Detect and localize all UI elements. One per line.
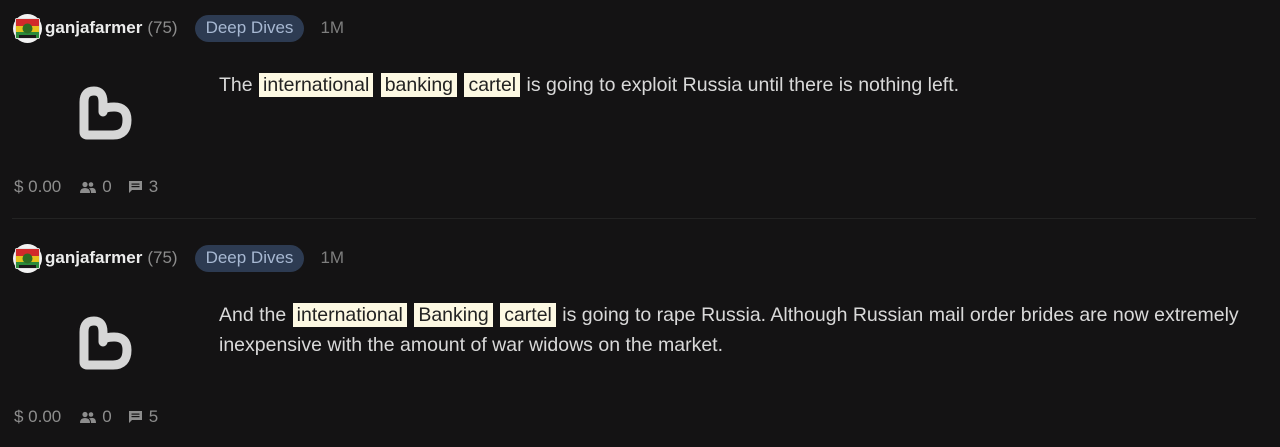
post-item: ganjafarmer (75) Deep Dives 1M And the i… bbox=[0, 230, 1280, 447]
votes-count: 0 bbox=[102, 177, 112, 196]
votes-button[interactable]: 0 bbox=[80, 407, 112, 427]
comments-count: 3 bbox=[148, 177, 159, 196]
payout-value[interactable]: $ 0.00 bbox=[14, 177, 61, 197]
highlighted-term[interactable]: cartel bbox=[500, 303, 556, 327]
body-text-segment bbox=[408, 304, 413, 326]
votes-button[interactable]: 0 bbox=[80, 177, 112, 197]
avatar[interactable] bbox=[13, 13, 42, 43]
author-reputation: (75) bbox=[147, 18, 178, 37]
body-text-segment bbox=[374, 74, 379, 96]
community-tag[interactable]: Deep Dives bbox=[194, 244, 305, 272]
body-text-segment bbox=[494, 304, 499, 326]
people-icon bbox=[80, 181, 97, 193]
people-icon bbox=[80, 411, 97, 423]
blurt-logo-icon bbox=[79, 86, 132, 140]
avatar[interactable] bbox=[13, 243, 42, 273]
comment-icon bbox=[128, 181, 142, 193]
post-time: 1M bbox=[320, 248, 345, 267]
body-text-segment: The bbox=[219, 74, 259, 96]
body-text-segment: is going to exploit Russia until there i… bbox=[521, 74, 960, 96]
highlighted-term[interactable]: international bbox=[292, 303, 407, 327]
post-item: ganjafarmer (75) Deep Dives 1M The inter… bbox=[0, 0, 1280, 230]
author-name[interactable]: ganjafarmer bbox=[45, 18, 142, 38]
highlighted-term[interactable]: international bbox=[259, 73, 374, 97]
body-text-segment: And the bbox=[219, 304, 292, 326]
highlighted-term[interactable]: Banking bbox=[414, 303, 493, 327]
comment-icon bbox=[128, 411, 142, 423]
avatar-icon bbox=[15, 17, 40, 39]
payout-value[interactable]: $ 0.00 bbox=[14, 407, 61, 427]
post-time: 1M bbox=[320, 18, 345, 37]
comments-button[interactable]: 5 bbox=[128, 407, 158, 427]
votes-count: 0 bbox=[102, 407, 112, 426]
post-header: ganjafarmer (75) Deep Dives 1M bbox=[13, 243, 344, 273]
author-name[interactable]: ganjafarmer bbox=[45, 248, 142, 268]
blurt-logo-icon bbox=[79, 316, 132, 370]
post-body[interactable]: The international banking cartel is goin… bbox=[219, 70, 1259, 100]
post-header: ganjafarmer (75) Deep Dives 1M bbox=[13, 13, 344, 43]
post-footer: $ 0.00 0 5 bbox=[14, 405, 158, 429]
post-body[interactable]: And the international Banking cartel is … bbox=[219, 300, 1259, 360]
comments-count: 5 bbox=[148, 407, 159, 426]
author-reputation: (75) bbox=[147, 248, 178, 267]
comments-button[interactable]: 3 bbox=[128, 177, 158, 197]
community-tag[interactable]: Deep Dives bbox=[194, 14, 305, 42]
post-divider bbox=[12, 218, 1256, 219]
highlighted-term[interactable]: banking bbox=[380, 73, 458, 97]
avatar-icon bbox=[15, 247, 40, 269]
highlighted-term[interactable]: cartel bbox=[464, 73, 521, 97]
post-footer: $ 0.00 0 3 bbox=[14, 175, 158, 199]
body-text-segment bbox=[458, 74, 463, 96]
